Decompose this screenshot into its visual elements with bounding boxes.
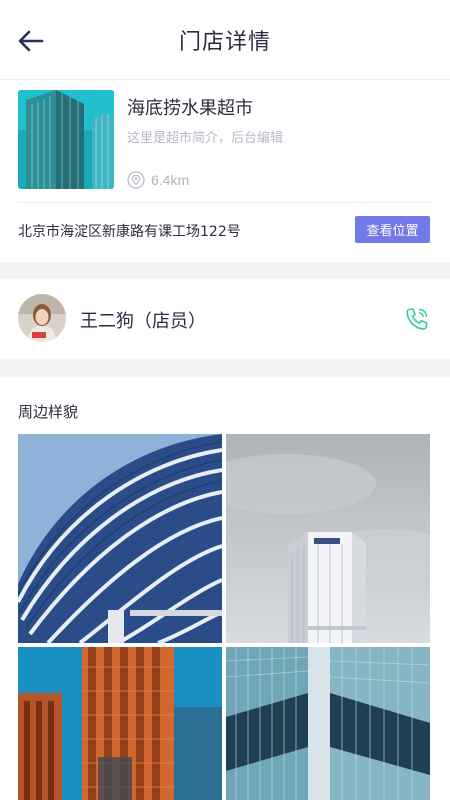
phone-icon bbox=[406, 308, 428, 330]
store-thumbnail[interactable] bbox=[18, 90, 114, 189]
view-location-button[interactable]: 查看位置 bbox=[355, 216, 430, 243]
photo-orange-highrises[interactable] bbox=[18, 647, 222, 800]
call-button[interactable] bbox=[403, 305, 431, 333]
photo-white-office-tower[interactable] bbox=[226, 434, 430, 643]
store-info-card: 海底捞水果超市 这里是超市简介，后台编辑 6.4km 北京市海淀区新康路有课工场… bbox=[0, 80, 450, 262]
distance-row: 6.4km bbox=[127, 170, 189, 190]
avatar[interactable] bbox=[18, 294, 66, 342]
photo-curved-glass-building[interactable] bbox=[18, 434, 222, 643]
store-name: 海底捞水果超市 bbox=[127, 98, 253, 119]
store-description: 这里是超市简介，后台编辑 bbox=[127, 131, 284, 146]
surroundings-section: 周边样貌 bbox=[0, 377, 450, 800]
location-pin-icon bbox=[127, 171, 145, 189]
photo-glass-skyscraper[interactable] bbox=[226, 647, 430, 800]
staff-name: 王二狗（店员） bbox=[80, 311, 206, 332]
page-title: 门店详情 bbox=[178, 30, 271, 55]
staff-card: 王二狗（店员） bbox=[0, 279, 450, 359]
divider bbox=[18, 202, 432, 203]
top-bar: 门店详情 bbox=[0, 0, 450, 80]
section-title: 周边样貌 bbox=[18, 403, 79, 421]
store-distance: 6.4km bbox=[151, 172, 190, 188]
store-address: 北京市海淀区新康路有课工场122号 bbox=[18, 224, 241, 240]
